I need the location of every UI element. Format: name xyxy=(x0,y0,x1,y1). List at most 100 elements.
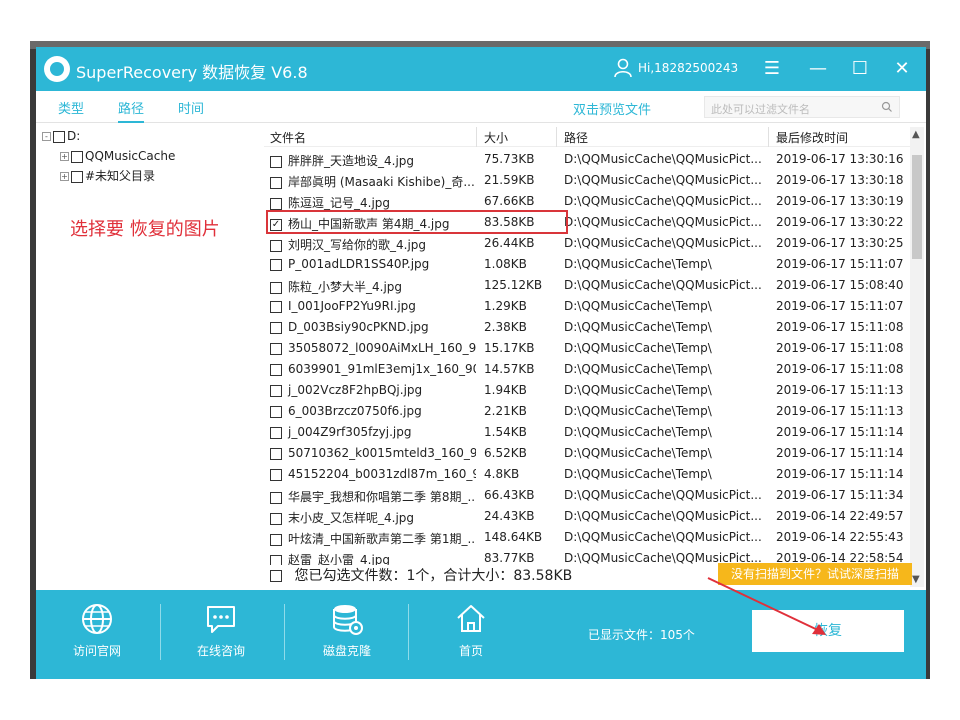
file-modified-time: 2019-06-17 15:11:14 xyxy=(776,446,904,460)
file-name-cell[interactable]: 叶炫清_中国新歌声第二季 第1期_... xyxy=(270,530,476,547)
file-size: 66.43KB xyxy=(484,488,535,502)
file-name-cell[interactable]: 末小皮_又怎样呢_4.jpg xyxy=(270,509,476,526)
table-row[interactable]: 45152204_b0031zdl87m_160_9... 4.8KB D:\QQM… xyxy=(264,464,912,485)
header-size[interactable]: 大小 xyxy=(484,129,508,146)
table-row[interactable]: D_003Bsiy90cPKND.jpg 2.38KB D:\QQMusicCach… xyxy=(264,317,912,338)
row-checkbox[interactable] xyxy=(270,468,282,481)
file-name-cell[interactable]: 6_003Brzcz0750f6.jpg xyxy=(270,404,476,418)
table-row[interactable]: j_004Z9rf305fzyj.jpg 1.54KB D:\QQMusicCach… xyxy=(264,422,912,443)
minimize-button[interactable]: — xyxy=(804,55,832,83)
home-icon xyxy=(457,605,485,632)
tab-time[interactable]: 时间 xyxy=(178,98,204,117)
row-checkbox[interactable] xyxy=(270,321,282,334)
user-icon[interactable] xyxy=(614,58,632,78)
disk-clone-button[interactable]: 磁盘克隆 xyxy=(302,602,392,659)
file-name-cell[interactable]: 50710362_k0015mteld3_160_9... xyxy=(270,446,476,460)
scrollbar[interactable]: ▲ ▼ xyxy=(910,127,924,587)
row-checkbox[interactable] xyxy=(270,491,282,504)
scroll-down-icon[interactable]: ▼ xyxy=(912,574,920,585)
file-name-cell[interactable]: 陈粒_小梦大半_4.jpg xyxy=(270,278,476,295)
file-name-cell[interactable]: 胖胖胖_天造地设_4.jpg xyxy=(270,152,476,169)
row-checkbox[interactable] xyxy=(270,533,282,546)
file-name-cell[interactable]: j_004Z9rf305fzyj.jpg xyxy=(270,425,476,439)
user-account[interactable]: Hi,18282500243 xyxy=(638,61,738,75)
file-name-cell[interactable]: I_001JooFP2Yu9RI.jpg xyxy=(270,299,476,313)
row-checkbox[interactable] xyxy=(270,281,282,294)
table-row[interactable]: 6039901_91mlE3emj1x_160_90... 14.57KB D:\Q… xyxy=(264,359,912,380)
tree-node-unknown-parent[interactable]: + #未知父目录 xyxy=(60,167,155,185)
search-input[interactable]: 此处可以过滤文件名 xyxy=(704,96,900,118)
file-path: D:\QQMusicCache\Temp\ xyxy=(564,362,712,376)
tree-checkbox[interactable] xyxy=(71,170,83,183)
restore-button[interactable]: 恢复 xyxy=(752,610,904,652)
table-row[interactable]: 岸部眞明 (Masaaki Kishibe)_奇... 21.59KB D:\QQM… xyxy=(264,170,912,191)
row-checkbox[interactable] xyxy=(270,363,282,376)
menu-icon[interactable]: ☰ xyxy=(758,55,786,83)
row-checkbox[interactable] xyxy=(270,239,282,252)
table-row[interactable]: 35058072_l0090AiMxLH_160_9... 15.17KB D:\Q… xyxy=(264,338,912,359)
file-path: D:\QQMusicCache\QQMusicPict... xyxy=(564,152,762,166)
table-row[interactable]: 50710362_k0015mteld3_160_9... 6.52KB D:\QQ… xyxy=(264,443,912,464)
file-name-cell[interactable]: 6039901_91mlE3emj1x_160_90... xyxy=(270,362,476,376)
bottom-bar: 访问官网 在线咨询 磁盘克隆 首页 已显示文件：105个 恢复 xyxy=(36,590,926,679)
file-path: D:\QQMusicCache\QQMusicPict... xyxy=(564,173,762,187)
table-row[interactable]: 胖胖胖_天造地设_4.jpg 75.73KB D:\QQMusicCache\QQM… xyxy=(264,149,912,170)
table-row[interactable]: 6_003Brzcz0750f6.jpg 2.21KB D:\QQMusicCach… xyxy=(264,401,912,422)
tree-checkbox[interactable] xyxy=(71,150,83,163)
file-name-cell[interactable]: 陈逗逗_记号_4.jpg xyxy=(270,194,476,211)
row-checkbox[interactable] xyxy=(270,176,282,189)
table-row[interactable]: 陈粒_小梦大半_4.jpg 125.12KB D:\QQMusicCache\QQM… xyxy=(264,275,912,296)
scrollbar-thumb[interactable] xyxy=(912,155,922,259)
scroll-up-icon[interactable]: ▲ xyxy=(912,129,920,140)
select-all-checkbox[interactable] xyxy=(270,570,282,582)
row-checkbox[interactable] xyxy=(270,155,282,168)
header-modified[interactable]: 最后修改时间 xyxy=(776,129,848,146)
table-row[interactable]: I_001JooFP2Yu9RI.jpg 1.29KB D:\QQMusicCach… xyxy=(264,296,912,317)
file-name-cell[interactable]: P_001adLDR1SS40P.jpg xyxy=(270,257,476,271)
table-row[interactable]: 陈逗逗_记号_4.jpg 67.66KB D:\QQMusicCache\QQMus… xyxy=(264,191,912,212)
close-button[interactable]: ✕ xyxy=(888,55,916,83)
table-row[interactable]: j_002Vcz8F2hpBQj.jpg 1.94KB D:\QQMusicCach… xyxy=(264,380,912,401)
row-checkbox[interactable] xyxy=(270,384,282,397)
table-row[interactable]: P_001adLDR1SS40P.jpg 1.08KB D:\QQMusicCach… xyxy=(264,254,912,275)
tree-node-root[interactable]: - D: xyxy=(42,127,80,145)
file-name-cell[interactable]: D_003Bsiy90cPKND.jpg xyxy=(270,320,476,334)
home-button[interactable]: 首页 xyxy=(426,602,516,659)
search-icon[interactable] xyxy=(881,101,893,113)
table-row[interactable]: 华晨宇_我想和你唱第二季 第8期_... 66.43KB D:\QQMusicCac… xyxy=(264,485,912,506)
row-checkbox[interactable] xyxy=(270,405,282,418)
maximize-button[interactable]: ☐ xyxy=(846,55,874,83)
file-name-cell[interactable]: 岸部眞明 (Masaaki Kishibe)_奇... xyxy=(270,173,476,190)
tab-path[interactable]: 路径 xyxy=(118,98,145,123)
tree-checkbox[interactable] xyxy=(53,130,65,143)
file-path: D:\QQMusicCache\QQMusicPict... xyxy=(564,278,762,292)
row-checkbox[interactable] xyxy=(270,342,282,355)
file-name-cell[interactable]: 华晨宇_我想和你唱第二季 第8期_... xyxy=(270,488,476,505)
row-checkbox[interactable] xyxy=(270,197,282,210)
expand-icon[interactable]: + xyxy=(60,172,69,181)
file-name-cell[interactable]: 刘明汉_写给你的歌_4.jpg xyxy=(270,236,476,253)
header-name[interactable]: 文件名 xyxy=(270,129,306,146)
table-row[interactable]: 叶炫清_中国新歌声第二季 第1期_... 148.64KB D:\QQMusicCa… xyxy=(264,527,912,548)
tree-node-qqmusiccache[interactable]: + QQMusicCache xyxy=(60,147,175,165)
table-row[interactable]: 刘明汉_写给你的歌_4.jpg 26.44KB D:\QQMusicCache\QQ… xyxy=(264,233,912,254)
visit-website-button[interactable]: 访问官网 xyxy=(52,602,142,659)
tab-type[interactable]: 类型 xyxy=(58,98,84,117)
file-name-cell[interactable]: 35058072_l0090AiMxLH_160_9... xyxy=(270,341,476,355)
file-name-cell[interactable]: j_002Vcz8F2hpBQj.jpg xyxy=(270,383,476,397)
collapse-icon[interactable]: - xyxy=(42,132,51,141)
file-size: 21.59KB xyxy=(484,173,535,187)
row-checkbox[interactable] xyxy=(270,447,282,460)
row-checkbox[interactable] xyxy=(270,512,282,525)
expand-icon[interactable]: + xyxy=(60,152,69,161)
preview-link[interactable]: 双击预览文件 xyxy=(573,99,651,118)
row-checkbox[interactable] xyxy=(270,258,282,271)
row-checkbox[interactable] xyxy=(270,300,282,313)
file-name-cell[interactable]: 45152204_b0031zdl87m_160_9... xyxy=(270,467,476,481)
header-path[interactable]: 路径 xyxy=(564,129,588,146)
table-row[interactable]: 末小皮_又怎样呢_4.jpg 24.43KB D:\QQMusicCache\QQM… xyxy=(264,506,912,527)
row-checkbox[interactable] xyxy=(270,426,282,439)
file-modified-time: 2019-06-17 15:11:13 xyxy=(776,383,904,397)
online-consult-button[interactable]: 在线咨询 xyxy=(176,602,266,659)
deep-scan-link[interactable]: 没有扫描到文件？试试深度扫描 xyxy=(718,563,912,585)
